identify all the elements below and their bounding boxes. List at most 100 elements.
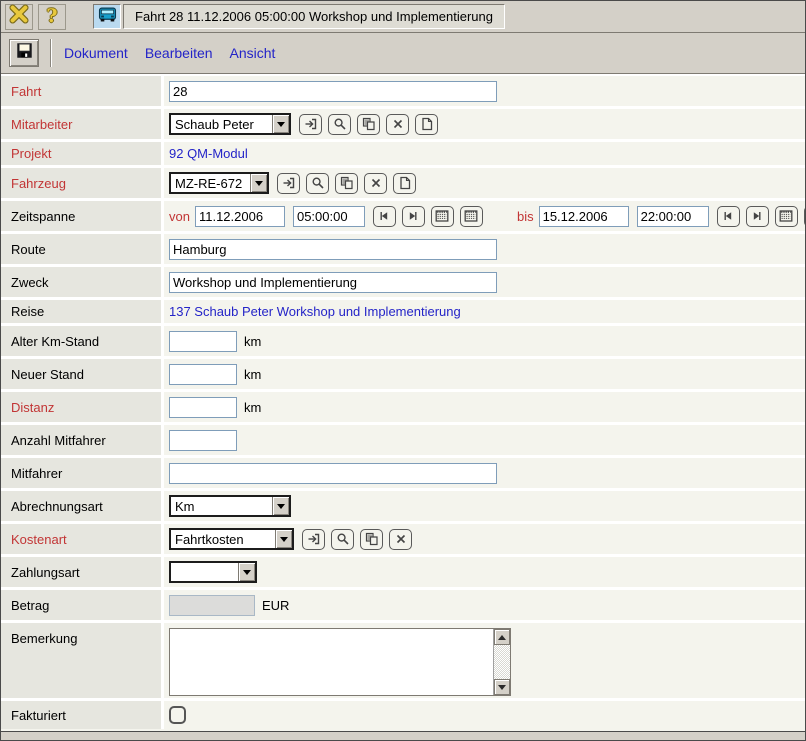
von-next-day-button[interactable] <box>402 206 425 227</box>
von-time-input[interactable] <box>293 206 365 227</box>
close-button[interactable] <box>5 4 33 30</box>
bis-next-day-button[interactable] <box>746 206 769 227</box>
search-icon <box>333 117 347 131</box>
mitarbeiter-clear-button[interactable] <box>386 114 409 135</box>
help-button[interactable]: ? <box>38 4 66 30</box>
von-calendar-button[interactable] <box>431 206 454 227</box>
close-icon <box>9 4 29 29</box>
menu-items: Dokument Bearbeiten Ansicht <box>64 45 292 61</box>
fahrt-input[interactable] <box>169 81 497 102</box>
row-projekt: Projekt 92 QM-Modul <box>1 142 805 168</box>
zweck-input[interactable] <box>169 272 497 293</box>
paste-icon <box>340 176 354 190</box>
kostenart-goto-button[interactable] <box>302 529 325 550</box>
alter-km-stand-input[interactable] <box>169 331 237 352</box>
dropdown-button[interactable] <box>238 563 255 581</box>
fahrzeug-paste-button[interactable] <box>335 173 358 194</box>
neuer-stand-unit: km <box>244 367 261 382</box>
fakturiert-label: Fakturiert <box>1 701 164 729</box>
fakturiert-checkbox[interactable] <box>169 706 186 724</box>
fahrzeug-goto-button[interactable] <box>277 173 300 194</box>
chevron-down-icon <box>280 537 288 542</box>
projekt-label: Projekt <box>1 142 164 165</box>
title-bar: ? Fahrt 28 11.12.2006 05:00:00 Workshop … <box>1 1 805 33</box>
kostenart-search-button[interactable] <box>331 529 354 550</box>
chevron-down-icon <box>277 504 285 509</box>
betrag-unit: EUR <box>262 598 289 613</box>
bemerkung-scrollbar[interactable] <box>493 629 510 695</box>
bis-calendar-button[interactable] <box>775 206 798 227</box>
zahlungsart-selected-value <box>171 563 238 581</box>
kostenart-select[interactable]: Fahrtkosten <box>169 528 294 550</box>
bis-date-input[interactable] <box>539 206 629 227</box>
scroll-down-button[interactable] <box>494 679 510 695</box>
projekt-link[interactable]: 92 QM-Modul <box>169 146 248 161</box>
menu-item-dokument[interactable]: Dokument <box>64 45 128 61</box>
row-betrag: Betrag EUR <box>1 590 805 623</box>
mitarbeiter-goto-button[interactable] <box>299 114 322 135</box>
neuer-stand-input[interactable] <box>169 364 237 385</box>
calendar-icon <box>779 209 793 223</box>
row-zweck: Zweck <box>1 267 805 300</box>
chevron-down-icon <box>255 181 263 186</box>
abrechnungsart-select[interactable]: Km <box>169 495 291 517</box>
trip-form: Fahrt Mitarbeiter Schaub Peter Proj <box>1 74 805 732</box>
dropdown-button[interactable] <box>250 174 267 192</box>
fahrzeug-selected-value: MZ-RE-672 <box>171 174 250 192</box>
menu-item-ansicht[interactable]: Ansicht <box>230 45 276 61</box>
mitfahrer-input[interactable] <box>169 463 497 484</box>
distanz-input[interactable] <box>169 397 237 418</box>
bemerkung-label: Bemerkung <box>1 623 164 698</box>
zahlungsart-label: Zahlungsart <box>1 557 164 587</box>
bemerkung-textarea[interactable] <box>169 628 511 696</box>
fahrzeug-new-document-button[interactable] <box>393 173 416 194</box>
abrechnungsart-label: Abrechnungsart <box>1 491 164 521</box>
dropdown-button[interactable] <box>275 530 292 548</box>
application-window: ? Fahrt 28 11.12.2006 05:00:00 Workshop … <box>0 0 806 741</box>
bis-calendar-button-2[interactable] <box>804 206 805 227</box>
goto-icon <box>307 532 321 546</box>
anzahl-mitfahrer-input[interactable] <box>169 430 237 451</box>
mitarbeiter-paste-button[interactable] <box>357 114 380 135</box>
clear-icon <box>369 176 383 190</box>
row-abrechnungsart: Abrechnungsart Km <box>1 491 805 524</box>
von-date-input[interactable] <box>195 206 285 227</box>
save-button[interactable] <box>9 39 39 67</box>
bemerkung-text[interactable] <box>170 629 493 695</box>
prev-icon <box>721 209 735 223</box>
route-label: Route <box>1 234 164 264</box>
paste-icon <box>365 532 379 546</box>
bis-label: bis <box>517 209 534 224</box>
von-calendar-button-2[interactable] <box>460 206 483 227</box>
dropdown-button[interactable] <box>272 497 289 515</box>
bis-prev-day-button[interactable] <box>717 206 740 227</box>
clear-icon <box>391 117 405 131</box>
route-input[interactable] <box>169 239 497 260</box>
reise-link[interactable]: 137 Schaub Peter Workshop und Implementi… <box>169 304 461 319</box>
row-alter-km-stand: Alter Km-Stand km <box>1 326 805 359</box>
document-tab: Fahrt 28 11.12.2006 05:00:00 Workshop un… <box>93 4 505 30</box>
zahlungsart-select[interactable] <box>169 561 257 583</box>
mitarbeiter-new-document-button[interactable] <box>415 114 438 135</box>
zweck-label: Zweck <box>1 267 164 297</box>
bis-time-input[interactable] <box>637 206 709 227</box>
mitarbeiter-search-button[interactable] <box>328 114 351 135</box>
von-prev-day-button[interactable] <box>373 206 396 227</box>
fahrzeug-select[interactable]: MZ-RE-672 <box>169 172 269 194</box>
next-icon <box>406 209 420 223</box>
scroll-up-button[interactable] <box>494 629 510 645</box>
scrollbar-track[interactable] <box>494 645 510 679</box>
search-icon <box>311 176 325 190</box>
fahrzeug-clear-button[interactable] <box>364 173 387 194</box>
menu-bar: Dokument Bearbeiten Ansicht <box>1 33 805 74</box>
save-icon <box>16 42 33 64</box>
mitarbeiter-select[interactable]: Schaub Peter <box>169 113 291 135</box>
fahrzeug-search-button[interactable] <box>306 173 329 194</box>
paste-icon <box>362 117 376 131</box>
dropdown-button[interactable] <box>272 115 289 133</box>
kostenart-paste-button[interactable] <box>360 529 383 550</box>
kostenart-clear-button[interactable] <box>389 529 412 550</box>
document-icon-button[interactable] <box>93 4 121 29</box>
menu-item-bearbeiten[interactable]: Bearbeiten <box>145 45 213 61</box>
distanz-label: Distanz <box>1 392 164 422</box>
